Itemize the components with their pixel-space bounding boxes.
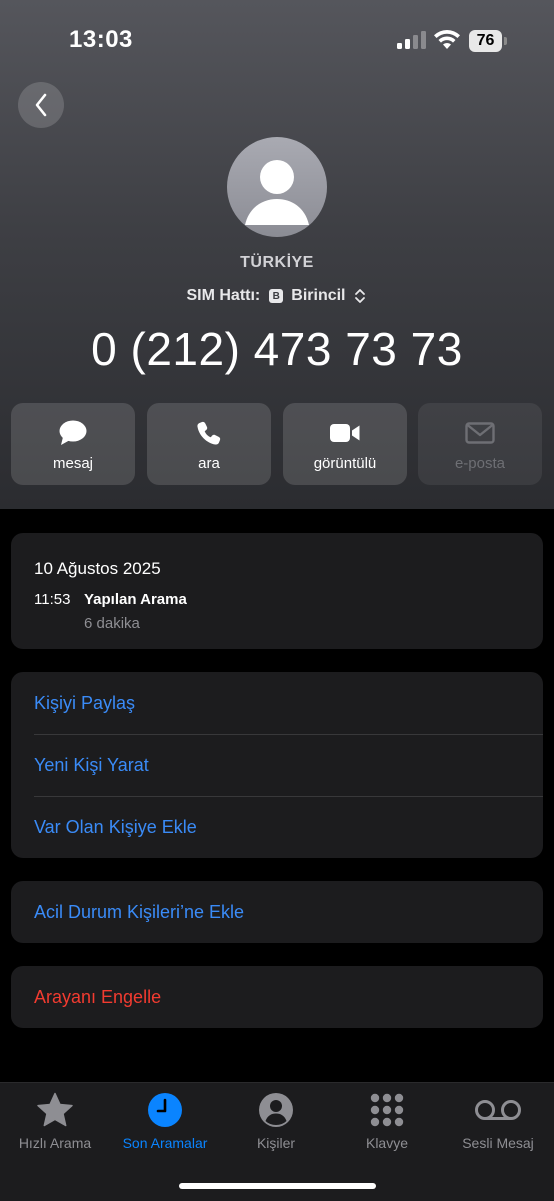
voicemail-icon xyxy=(475,1100,521,1120)
email-button[interactable]: e-posta xyxy=(418,403,542,485)
sim-line-label: SIM Hattı: xyxy=(186,287,261,304)
create-new-contact-label: Yeni Kişi Yarat xyxy=(34,754,149,775)
video-camera-icon xyxy=(330,424,360,442)
recent-call-date: 10 Ağustos 2025 xyxy=(34,559,161,578)
status-bar: 13:03 76 xyxy=(0,0,554,80)
back-button[interactable] xyxy=(18,82,64,128)
recent-call-time: 11:53 xyxy=(34,591,71,608)
call-button-label: ara xyxy=(198,455,220,472)
tab-keypad[interactable]: Klavye xyxy=(332,1083,442,1163)
battery-level: 76 xyxy=(476,32,495,49)
star-icon xyxy=(37,1092,73,1127)
tab-contacts[interactable]: Kişiler xyxy=(221,1083,331,1163)
block-caller-label: Arayanı Engelle xyxy=(34,986,162,1007)
battery-tip xyxy=(504,37,507,45)
create-new-contact-button[interactable]: Yeni Kişi Yarat xyxy=(11,734,543,796)
share-contact-label: Kişiyi Paylaş xyxy=(34,692,136,713)
tab-recents[interactable]: Son Aramalar xyxy=(110,1083,220,1163)
keypad-icon xyxy=(370,1093,404,1127)
sim-line-selector[interactable]: SIM Hattı: B Birincil xyxy=(0,287,554,305)
add-emergency-contact-label: Acil Durum Kişileri’ne Ekle xyxy=(34,901,245,922)
call-button[interactable]: ara xyxy=(147,403,271,485)
person-silhouette-icon xyxy=(245,160,309,225)
add-to-existing-contact-button[interactable]: Var Olan Kişiye Ekle xyxy=(11,796,543,858)
sim-line-value: Birincil xyxy=(291,287,346,304)
add-emergency-contact-button[interactable]: Acil Durum Kişileri’ne Ekle xyxy=(11,881,543,943)
cellular-signal-icon xyxy=(397,31,426,49)
person-circle-icon xyxy=(259,1093,293,1127)
block-caller-button[interactable]: Arayanı Engelle xyxy=(11,966,543,1028)
chevron-up-down-icon xyxy=(354,289,365,303)
message-button[interactable]: mesaj xyxy=(11,403,135,485)
tab-recents-label: Son Aramalar xyxy=(122,1135,208,1151)
home-indicator[interactable] xyxy=(179,1183,376,1189)
clock-icon xyxy=(148,1093,182,1127)
recent-call-card: 10 Ağustos 2025 11:53 Yapılan Arama 6 da… xyxy=(11,533,543,649)
recent-call-type: Yapılan Arama xyxy=(84,591,187,608)
tab-contacts-label: Kişiler xyxy=(256,1135,296,1151)
contact-avatar xyxy=(227,137,327,237)
phone-number: 0 (212) 473 73 73 xyxy=(91,323,463,375)
status-time: 13:03 xyxy=(69,26,133,53)
tab-favorites[interactable]: Hızlı Arama xyxy=(0,1083,110,1163)
envelope-icon xyxy=(465,422,495,444)
video-call-button-label: görüntülü xyxy=(313,455,377,472)
sim-badge: B xyxy=(269,289,284,303)
share-contact-button[interactable]: Kişiyi Paylaş xyxy=(11,672,543,734)
tab-voicemail-label: Sesli Mesaj xyxy=(462,1135,534,1151)
tab-voicemail[interactable]: Sesli Mesaj xyxy=(443,1083,553,1163)
contact-options-card: Kişiyi Paylaş Yeni Kişi Yarat Var Olan K… xyxy=(11,672,543,858)
wifi-icon xyxy=(434,29,460,49)
battery-indicator: 76 xyxy=(469,30,502,52)
tab-keypad-label: Klavye xyxy=(365,1135,409,1151)
chevron-left-icon xyxy=(35,93,47,117)
message-button-label: mesaj xyxy=(52,455,93,472)
video-call-button[interactable]: görüntülü xyxy=(283,403,407,485)
recent-call-duration: 6 dakika xyxy=(84,615,140,632)
email-button-label: e-posta xyxy=(454,455,506,472)
tab-favorites-label: Hızlı Arama xyxy=(18,1135,92,1151)
message-bubble-icon xyxy=(59,420,87,445)
contact-name: TÜRKİYE xyxy=(240,254,314,271)
add-to-existing-contact-label: Var Olan Kişiye Ekle xyxy=(34,816,197,837)
phone-icon xyxy=(197,421,221,445)
